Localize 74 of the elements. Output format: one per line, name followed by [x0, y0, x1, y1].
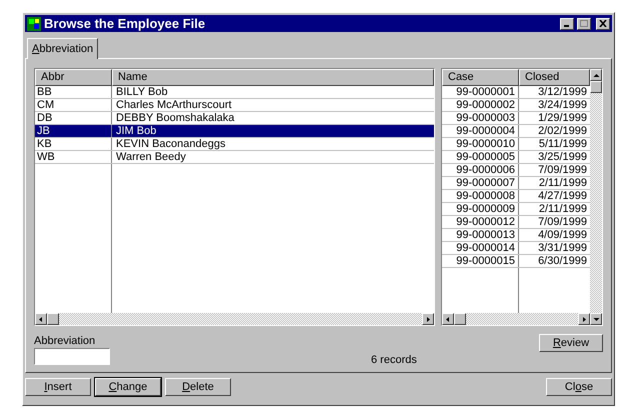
scroll-thumb[interactable]: [47, 313, 59, 325]
table-cell-text: Warren Beedy: [115, 151, 187, 163]
scroll-down-button[interactable]: [590, 313, 602, 325]
table-cell: 99-0000008: [442, 190, 519, 202]
scroll-left-button[interactable]: [442, 313, 454, 325]
scroll-up-button[interactable]: [590, 69, 602, 81]
scroll-thumb[interactable]: [590, 81, 602, 93]
table-cell-text: 5/11/1999: [538, 138, 588, 150]
table-cell-text: 3/24/1999: [537, 99, 588, 111]
table-cell: CM: [35, 99, 112, 111]
window-title: Browse the Employee File: [44, 14, 206, 33]
table-cell: 99-0000014: [442, 242, 519, 254]
close-icon: [599, 20, 607, 27]
column-header[interactable]: Closed: [519, 69, 590, 86]
scroll-left-button[interactable]: [35, 313, 47, 325]
close-dialog-button[interactable]: Close: [546, 378, 612, 396]
table-cell: JB: [35, 125, 112, 137]
table-cell-text: 3/25/1999: [537, 151, 588, 163]
table-cell: 99-0000007: [442, 177, 519, 189]
table-cell: KB: [35, 138, 112, 150]
field-label: Abbreviation: [34, 334, 96, 348]
table-row[interactable]: CM Charles McArthurscourt: [35, 99, 434, 112]
tab[interactable]: Abbreviation: [27, 38, 98, 59]
scroll-thumb[interactable]: [454, 313, 466, 325]
table-cell-text: 2/02/1999: [537, 125, 588, 137]
scroll-right-button[interactable]: [422, 313, 434, 325]
insert-button[interactable]: Insert: [25, 378, 91, 396]
table-row[interactable]: BB BILLY Bob: [35, 86, 434, 99]
table-cell: 99-0000013: [442, 229, 519, 241]
column-header[interactable]: Name: [112, 69, 434, 86]
minimize-button[interactable]: [560, 18, 574, 30]
table-cell: 99-0000001: [442, 86, 519, 98]
delete-button[interactable]: Delete: [165, 378, 231, 396]
table-row[interactable]: JB JIM Bob: [35, 125, 434, 138]
table-cell: 99-0000004: [442, 125, 519, 137]
table-cell: BB: [35, 86, 112, 98]
table-cell: 99-0000002: [442, 99, 519, 111]
table-cell-text: 3/12/1999: [537, 86, 588, 98]
table-cell: 99-0000009: [442, 203, 519, 215]
table-cell-text: JIM Bob: [115, 125, 158, 137]
table-row[interactable]: WB Warren Beedy: [35, 151, 434, 164]
table-cell-text: 6/30/1999: [537, 255, 588, 267]
abbreviation-input[interactable]: [34, 348, 110, 365]
column-header[interactable]: Case: [442, 69, 519, 86]
scroll-right-button[interactable]: [578, 313, 590, 325]
table-cell-text: Charles McArthurscourt: [115, 99, 233, 111]
maximize-button[interactable]: [577, 18, 591, 30]
table-cell: 99-0000005: [442, 151, 519, 163]
table-cell-text: 2/11/1999: [538, 177, 588, 189]
table-cell: 99-0000010: [442, 138, 519, 150]
close-button[interactable]: [596, 18, 610, 30]
change-button[interactable]: Change: [95, 378, 161, 396]
table-cell-text: 1/29/1999: [537, 112, 588, 124]
table-cell: WB: [35, 151, 112, 163]
table-cell-text: 3/31/1999: [537, 242, 588, 254]
table-cell-text: 2/11/1999: [538, 203, 588, 215]
record-count: 6 records: [371, 353, 417, 368]
table-cell: 99-0000006: [442, 164, 519, 176]
maximize-icon: [580, 20, 588, 27]
table-cell-text: 7/09/1999: [537, 216, 588, 228]
table-cell-text: 4/27/1999: [537, 190, 588, 202]
table-cell-text: 4/09/1999: [537, 229, 588, 241]
app-icon: [27, 16, 41, 30]
review-button[interactable]: Review: [539, 334, 603, 352]
table-cell-text: KEVIN Baconandeggs: [115, 138, 226, 150]
table-row[interactable]: KB KEVIN Baconandeggs: [35, 138, 434, 151]
table-cell-text: DEBBY Boomshakalaka: [115, 112, 236, 124]
table-cell-text: 7/09/1999: [537, 164, 588, 176]
column-header[interactable]: Abbr: [35, 69, 112, 86]
table-cell-text: BILLY Bob: [115, 86, 169, 98]
table-cell: 99-0000003: [442, 112, 519, 124]
table-cell: DB: [35, 112, 112, 124]
table-cell: 99-0000012: [442, 216, 519, 228]
table-cell: 99-0000015: [442, 255, 519, 267]
